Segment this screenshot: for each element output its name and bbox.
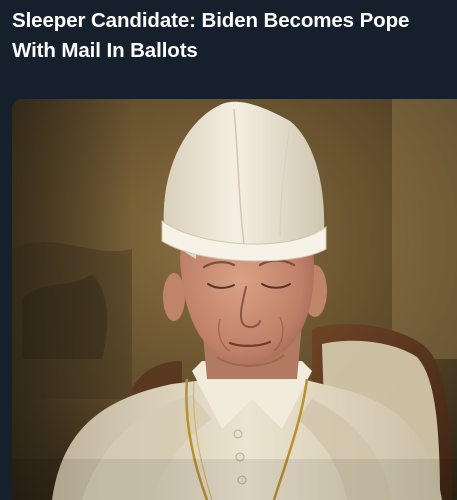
window-light [392, 99, 457, 359]
meme-post: Sleeper Candidate: Biden Becomes Pope Wi… [0, 0, 457, 500]
post-image[interactable] [12, 99, 457, 500]
pope-portrait-illustration [12, 99, 457, 500]
robe-button [233, 429, 243, 439]
post-headline: Sleeper Candidate: Biden Becomes Pope Wi… [12, 9, 410, 62]
ear-left [163, 273, 185, 321]
